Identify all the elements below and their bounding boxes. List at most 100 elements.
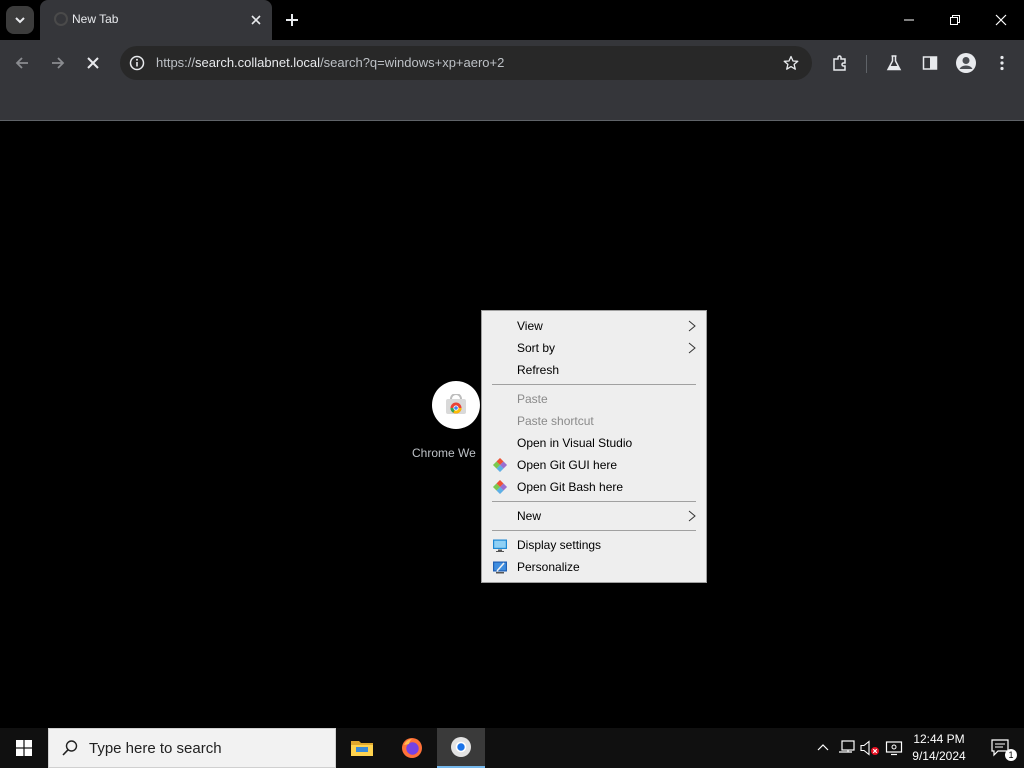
chrome-web-store-icon [446,394,466,414]
back-button[interactable] [9,50,35,76]
close-window-button[interactable] [978,0,1024,40]
extensions-button[interactable] [829,52,851,74]
git-icon [493,480,507,494]
side-panel-button[interactable] [919,52,941,74]
menu-item-label: Paste [517,392,548,406]
desktop-context-menu: View Sort by Refresh Paste Paste shortcu… [481,310,707,583]
arrow-left-icon [15,57,28,69]
menu-item-new[interactable]: New [484,505,704,527]
clock[interactable]: 12:44 PM 9/14/2024 [900,731,978,765]
windows-logo-icon [16,740,32,756]
menu-item-personalize[interactable]: Personalize [484,556,704,578]
menu-item-refresh[interactable]: Refresh [484,359,704,381]
tab-strip: New Tab [0,0,1024,40]
minimize-button[interactable] [886,0,932,40]
menu-item-open-git-gui[interactable]: Open Git GUI here [484,454,704,476]
url-path: /search?q=windows+xp+aero+2 [320,55,505,70]
info-icon [129,55,145,71]
menu-item-label: Open Git GUI here [517,458,618,472]
taskbar: Type here to search 12:44 PM 9/14/2024 1 [0,728,1024,768]
menu-item-label: Refresh [517,363,560,377]
menu-item-paste-shortcut: Paste shortcut [484,410,704,432]
menu-item-open-git-bash[interactable]: Open Git Bash here [484,476,704,498]
url-scheme: https:// [156,55,196,70]
close-icon [251,15,261,25]
taskbar-firefox[interactable] [388,728,436,768]
menu-separator [492,384,696,385]
clock-time: 12:44 PM [913,732,965,746]
search-icon [62,740,78,756]
menu-item-label: Open in Visual Studio [517,436,633,450]
menu-item-label: Display settings [517,538,602,552]
profile-button[interactable] [955,52,977,74]
chevron-up-icon [817,744,829,751]
address-bar[interactable]: https://search.collabnet.local/search?q=… [120,46,812,80]
restore-icon [950,15,960,25]
menu-item-label: New [517,509,542,523]
url-text: https://search.collabnet.local/search?q=… [156,55,504,70]
side-panel-icon [922,56,938,70]
menu-item-label: Personalize [517,560,580,574]
menu-item-sort-by[interactable]: Sort by [484,337,704,359]
volume-tray-button[interactable] [860,738,880,758]
shortcut-tile[interactable] [432,381,480,429]
arrow-right-icon [52,57,65,69]
menu-item-paste: Paste [484,388,704,410]
minimize-icon [904,19,914,21]
display-icon [493,539,507,552]
restore-button[interactable] [932,0,978,40]
menu-separator [492,530,696,531]
menu-item-open-in-visual-studio[interactable]: Open in Visual Studio [484,432,704,454]
stop-loading-button[interactable] [80,50,106,76]
loading-favicon-icon [54,12,68,26]
close-icon [995,14,1007,26]
chevron-right-icon [688,320,696,332]
puzzle-icon [833,55,846,71]
bookmark-star-button[interactable] [782,54,800,72]
tab-title: New Tab [72,12,119,26]
menu-item-display-settings[interactable]: Display settings [484,534,704,556]
notification-center-button[interactable]: 1 [978,728,1024,768]
notification-count: 1 [1005,749,1017,761]
show-hidden-icons-button[interactable] [813,738,833,758]
firefox-icon [402,738,422,758]
plus-icon [286,14,298,26]
menu-item-view[interactable]: View [484,315,704,337]
menu-item-label: View [517,319,543,333]
start-button[interactable] [0,728,48,768]
menu-item-label: Paste shortcut [517,414,594,428]
personalize-icon [493,561,507,574]
network-tray-button[interactable] [837,738,857,758]
network-icon [839,740,855,753]
search-placeholder: Type here to search [89,740,222,757]
close-icon [87,57,99,69]
taskbar-file-explorer[interactable] [338,728,386,768]
star-icon [783,55,799,70]
labs-button[interactable] [883,52,905,74]
more-vertical-icon [1000,55,1004,71]
menu-item-label: Open Git Bash here [517,480,624,494]
menu-button[interactable] [991,52,1013,74]
git-icon [493,458,507,472]
volume-muted-icon [860,740,879,756]
chevron-down-icon [15,17,25,24]
forward-button[interactable] [45,50,71,76]
taskbar-search-box[interactable]: Type here to search [48,728,336,768]
tab-close-button[interactable] [246,10,266,30]
tab-search-button[interactable] [6,6,34,34]
site-info-icon[interactable] [128,54,146,72]
clock-date: 9/14/2024 [912,749,966,763]
taskbar-chrome[interactable] [437,728,485,768]
bookmarks-bar [0,86,1024,121]
menu-separator [492,501,696,502]
chevron-right-icon [688,510,696,522]
chevron-right-icon [688,342,696,354]
avatar-icon [956,53,976,73]
menu-item-label: Sort by [517,341,556,355]
shortcut-label: Chrome We [412,446,476,460]
flask-icon [886,55,902,71]
url-host: search.collabnet.local [195,55,321,70]
tab-new-tab[interactable]: New Tab [40,0,272,40]
new-tab-button[interactable] [280,8,304,32]
folder-icon [351,741,373,756]
